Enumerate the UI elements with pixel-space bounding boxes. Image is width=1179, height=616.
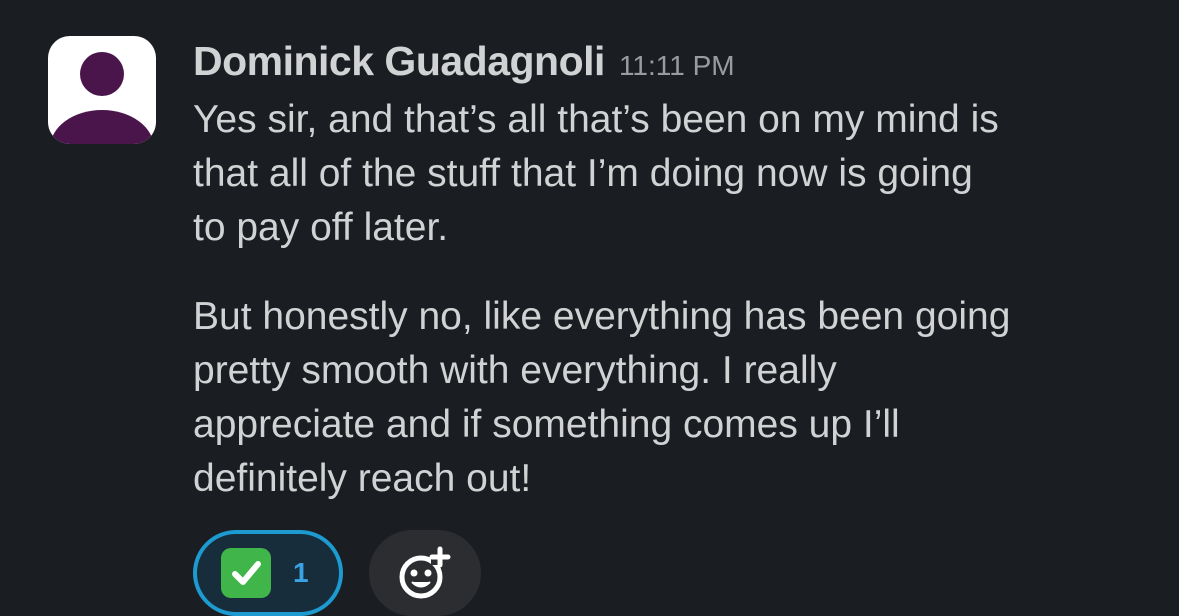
reactions-bar: 1 [193,530,481,616]
text-line: Yes sir, and that’s all that’s been on m… [193,98,999,141]
avatar[interactable] [48,36,156,144]
message-header: Dominick Guadagnoli 11:11 PM [193,38,735,94]
message-paragraph: But honestly no, like everything has bee… [193,290,1153,506]
text-line: definitely reach out! [193,457,532,500]
add-reaction-button[interactable] [369,530,481,616]
reaction-white-check-mark[interactable]: 1 [193,530,343,616]
text-line: that all of the stuff that I’m doing now… [193,152,973,195]
chat-message: Dominick Guadagnoli 11:11 PM Yes sir, an… [0,0,1179,616]
message-paragraph: Yes sir, and that’s all that’s been on m… [193,93,1153,255]
text-line: pretty smooth with everything. I really [193,349,837,392]
text-line: appreciate and if something comes up I’l… [193,403,900,446]
add-emoji-icon [399,546,451,599]
default-user-icon [50,52,154,144]
text-line: to pay off later. [193,206,449,249]
author-name[interactable]: Dominick Guadagnoli [193,38,605,85]
reaction-count: 1 [293,557,309,588]
text-line: But honestly no, like everything has bee… [193,295,1011,338]
white-check-mark-icon [221,548,271,598]
message-body: Yes sir, and that’s all that’s been on m… [193,93,1153,506]
message-timestamp[interactable]: 11:11 PM [619,50,735,82]
